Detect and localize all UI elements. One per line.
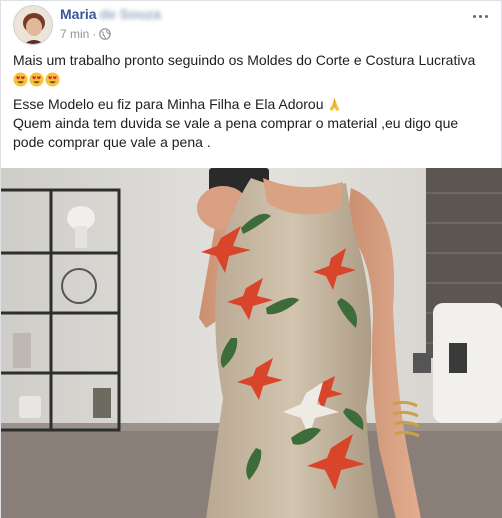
mirror-selfie-photo-icon — [1, 168, 502, 518]
praying-hands-emoji-icon — [329, 97, 341, 112]
post-line-2: Esse Modelo eu fiz para Minha Filha e El… — [13, 96, 324, 112]
post-line-1: Mais um trabalho pronto seguindo os Mold… — [13, 52, 476, 68]
author-name[interactable]: Maria de Souza — [60, 6, 161, 22]
author-last-name-blurred: de Souza — [99, 6, 162, 22]
post-paragraph-1: Mais um trabalho pronto seguindo os Mold… — [13, 51, 491, 95]
post-paragraph-3: Quem ainda tem duvida se vale a pena com… — [13, 115, 459, 150]
avatar-photo-icon — [14, 6, 52, 44]
post-text: Mais um trabalho pronto seguindo os Mold… — [13, 51, 491, 152]
post-paragraph-2: Esse Modelo eu fiz para Minha Filha e El… — [13, 95, 491, 114]
post-card: Maria de Souza 7 min · Mais um trabalho p… — [0, 0, 502, 518]
meta-separator: · — [92, 27, 97, 41]
avatar[interactable] — [13, 5, 53, 45]
heart-eyes-emoji-icon — [13, 72, 28, 87]
post-header: Maria de Souza 7 min · — [13, 5, 491, 45]
post-meta: 7 min · — [60, 27, 112, 41]
globe-icon[interactable] — [99, 28, 112, 40]
heart-eyes-emoji-icon — [29, 72, 44, 87]
post-photo[interactable] — [1, 168, 502, 518]
post-time[interactable]: 7 min — [60, 27, 89, 41]
author-first-name[interactable]: Maria — [60, 6, 97, 22]
more-options-icon[interactable] — [471, 5, 489, 18]
heart-eyes-emoji-icon — [45, 72, 60, 87]
